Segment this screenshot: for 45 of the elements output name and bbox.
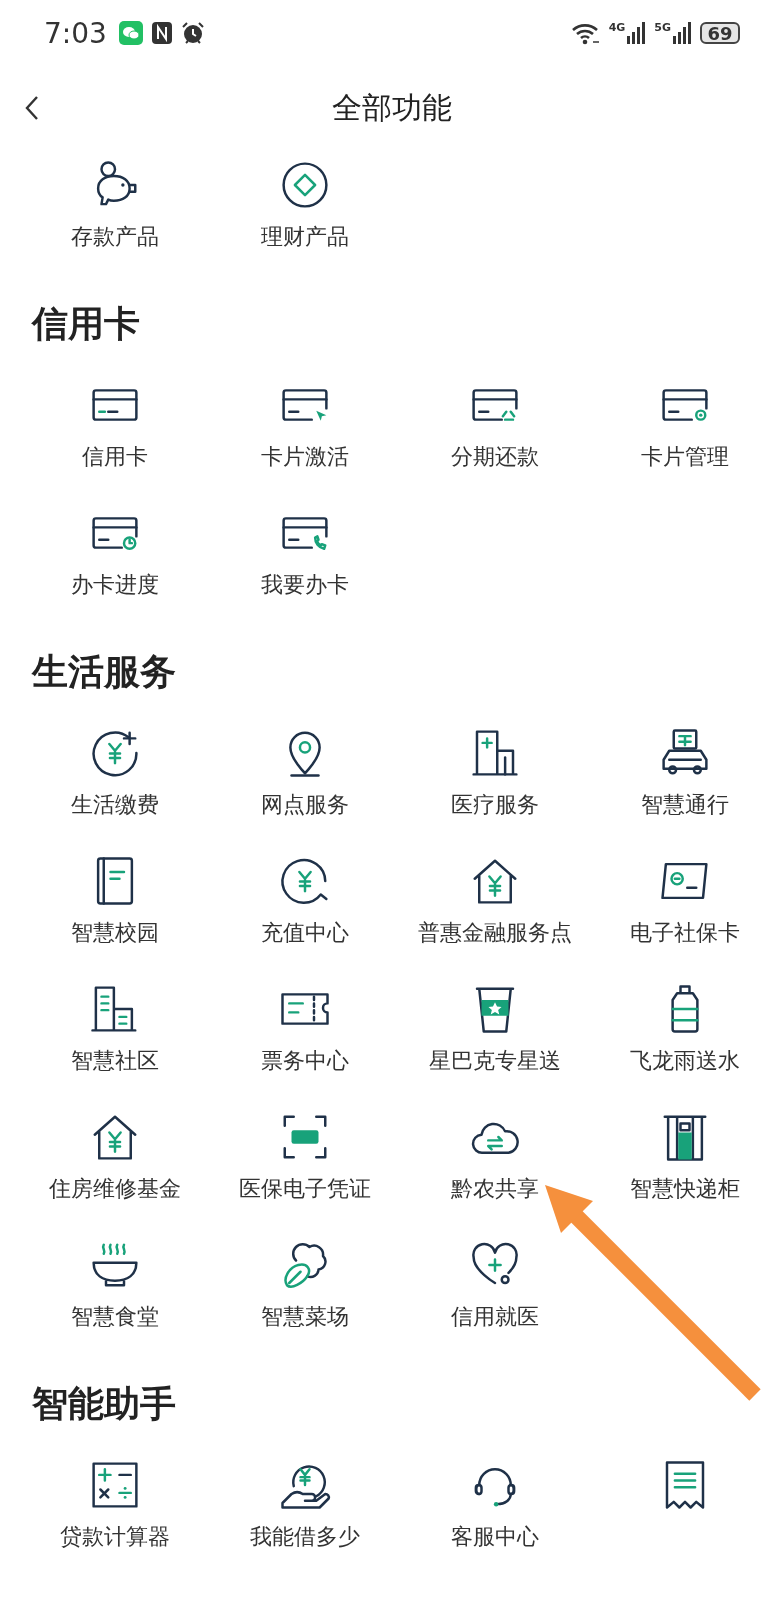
feature-label[interactable]: 智慧菜场	[261, 1302, 349, 1332]
feature-label[interactable]: 我能借多少	[250, 1522, 360, 1552]
section-title: 智能助手	[31, 1382, 177, 1426]
feature-label[interactable]: 智慧食堂	[71, 1302, 159, 1332]
back-icon[interactable]	[24, 94, 40, 122]
feature-label[interactable]: 充值中心	[261, 918, 349, 948]
feature-label[interactable]: 客服中心	[451, 1522, 539, 1552]
network-type: 5G	[654, 22, 671, 34]
network-type: 4G	[608, 22, 626, 34]
feature-label[interactable]: 医保电子凭证	[239, 1174, 371, 1204]
nfc-icon	[150, 21, 173, 45]
feature-label[interactable]: 我要办卡	[261, 570, 349, 600]
feature-label[interactable]: 卡片管理	[641, 442, 729, 472]
feature-label[interactable]: 理财产品	[261, 222, 349, 252]
feature-label[interactable]: 票务中心	[261, 1046, 349, 1076]
wifi-icon	[570, 21, 601, 45]
feature-label[interactable]: 黔农共享	[451, 1174, 539, 1204]
alarm-icon	[180, 21, 205, 45]
feature-label[interactable]: 分期还款	[451, 442, 539, 472]
battery-level: 69	[700, 22, 740, 44]
feature-label[interactable]: 智慧校园	[71, 918, 159, 948]
signal-icon	[626, 22, 647, 44]
signal-icon	[672, 22, 692, 44]
feature-label[interactable]: 存款产品	[71, 222, 159, 252]
feature-label[interactable]: 智慧社区	[71, 1046, 159, 1076]
feature-label[interactable]: 住房维修基金	[49, 1174, 181, 1204]
feature-label[interactable]: 智慧通行	[641, 790, 729, 820]
feature-label[interactable]: 信用卡	[82, 442, 148, 472]
status-time: 7:03	[44, 16, 107, 50]
feature-label[interactable]: 智慧快递柜	[630, 1174, 740, 1204]
feature-label[interactable]: 生活缴费	[71, 790, 159, 820]
feature-label[interactable]: 电子社保卡	[630, 918, 740, 948]
page-title: 全部功能	[332, 88, 452, 127]
feature-label[interactable]: 贷款计算器	[60, 1522, 170, 1552]
feature-label[interactable]: 普惠金融服务点	[418, 918, 572, 948]
feature-label[interactable]: 网点服务	[261, 790, 349, 820]
feature-label[interactable]: 卡片激活	[261, 442, 349, 472]
section-title: 信用卡	[30, 302, 141, 346]
chat-app-icon	[118, 21, 143, 45]
feature-label[interactable]: 飞龙雨送水	[630, 1046, 740, 1076]
feature-label[interactable]: 办卡进度	[71, 570, 159, 600]
feature-label[interactable]: 星巴克专星送	[429, 1046, 561, 1076]
section-title: 生活服务	[30, 650, 177, 694]
feature-label[interactable]: 信用就医	[451, 1302, 539, 1332]
feature-label[interactable]: 医疗服务	[451, 790, 539, 820]
